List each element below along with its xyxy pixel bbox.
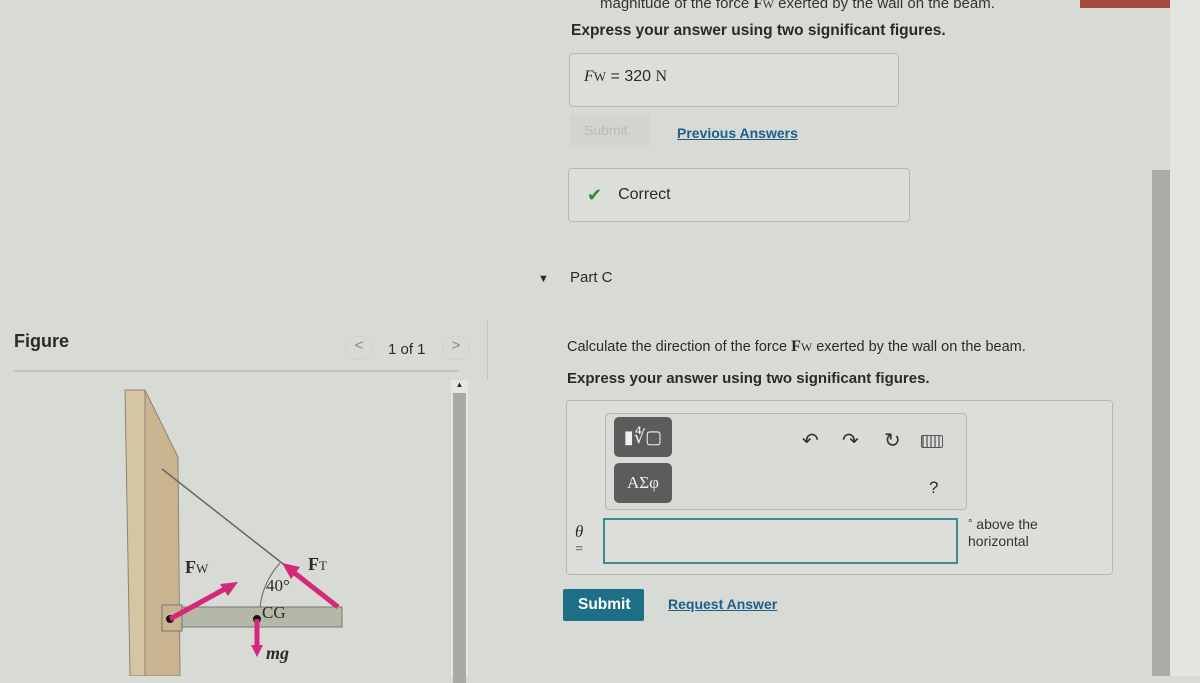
check-icon: ✔: [587, 184, 603, 205]
mg-label: mg: [266, 643, 290, 663]
templates-button[interactable]: ▮∜▢: [614, 417, 672, 457]
partc-instruction: Express your answer using two significan…: [567, 370, 930, 387]
cg-label: CG: [262, 603, 286, 622]
partc-submit-button[interactable]: Submit: [563, 589, 644, 621]
feedback-correct: ✔ Correct: [568, 168, 910, 222]
theta-label: θ =: [575, 522, 584, 557]
ft-label: FT: [308, 554, 327, 574]
partb-question: magnitude of the force FW exerted by the…: [600, 0, 995, 12]
theta-input[interactable]: [603, 518, 958, 564]
wall-front: [124, 389, 146, 676]
beam-figure: [124, 389, 343, 676]
undo-icon[interactable]: ↶: [802, 428, 819, 453]
partb-submit-button[interactable]: Submit: [570, 115, 650, 147]
previous-answers-link[interactable]: Previous Answers: [677, 125, 798, 141]
figure-pager: 1 of 1: [388, 341, 426, 358]
partb-answer-box: FW = 320 N: [569, 53, 899, 107]
fw-label: FW: [185, 557, 209, 577]
reset-icon[interactable]: ↻: [884, 428, 901, 453]
partc-title[interactable]: Part C: [570, 269, 613, 286]
page-scrollbar[interactable]: [1152, 170, 1170, 676]
figure-scrollbar[interactable]: ▲: [451, 380, 468, 683]
collapse-triangle-icon[interactable]: ▼: [538, 273, 549, 285]
redo-icon[interactable]: ↷: [842, 428, 859, 453]
angle-label: 40°: [266, 576, 290, 595]
scrollbar-thumb[interactable]: [453, 393, 466, 683]
wall-side: [144, 389, 181, 676]
unit-label: ° above the horizontal: [968, 516, 1038, 549]
help-button[interactable]: ?: [929, 478, 938, 498]
ft-arrow: [290, 569, 340, 609]
figure-title: Figure: [14, 331, 70, 351]
pane-divider: [487, 320, 488, 380]
partc-question: Calculate the direction of the force FW …: [567, 338, 1026, 355]
keyboard-icon[interactable]: [921, 435, 943, 448]
page-scrollbar-track[interactable]: [1170, 0, 1200, 676]
greek-symbols-button[interactable]: ΑΣφ: [614, 463, 672, 503]
figure-divider: [14, 370, 459, 372]
scroll-up-icon[interactable]: ▲: [451, 380, 468, 389]
request-answer-link[interactable]: Request Answer: [668, 596, 777, 612]
prev-figure-button[interactable]: <: [345, 336, 373, 360]
sqrt-template-icon: ▮∜▢: [623, 426, 663, 447]
partb-instruction: Express your answer using two significan…: [571, 22, 946, 39]
next-figure-button[interactable]: >: [442, 336, 470, 360]
